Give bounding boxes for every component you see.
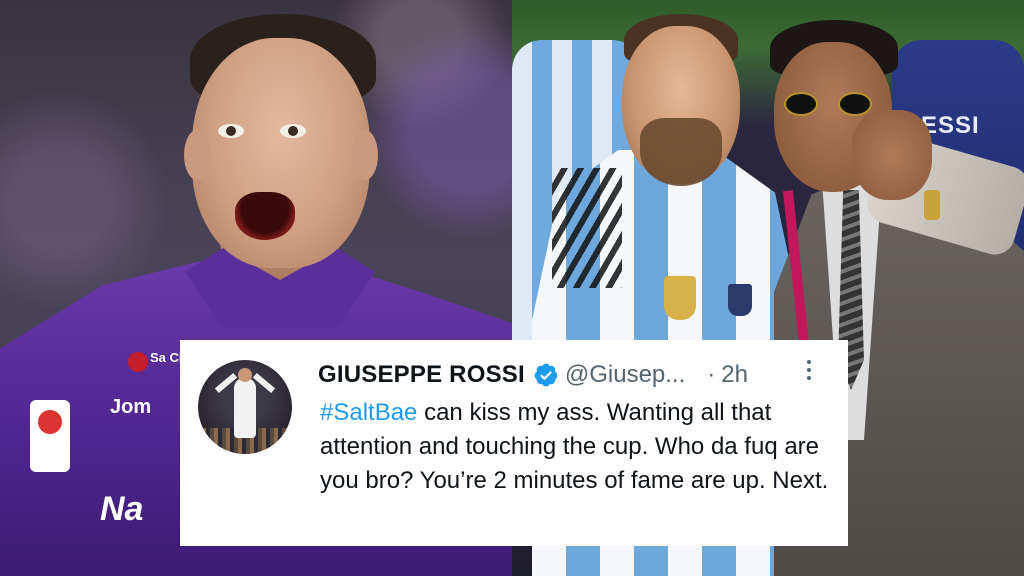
player-beard — [640, 118, 722, 186]
left-ear — [184, 130, 210, 180]
left-eye — [218, 124, 244, 138]
profile-avatar[interactable] — [198, 360, 292, 454]
hashtag-link[interactable]: #SaltBae — [320, 399, 417, 426]
user-handle[interactable]: @Giusep... — [565, 361, 685, 389]
sponsor-logo-dot — [128, 352, 148, 372]
right-ear — [352, 130, 378, 180]
gold-watch — [924, 190, 940, 220]
right-eye — [280, 124, 306, 138]
jersey-sponsor-bottom: Na — [100, 490, 144, 528]
open-mouth — [235, 192, 295, 240]
pointing-hand — [852, 110, 932, 200]
separator-dot: · — [707, 361, 716, 388]
jersey-sponsor-mid: Jom — [110, 396, 152, 418]
fifa-champions-badge — [664, 276, 696, 320]
tweet-header: GIUSEPPE ROSSI @Giusep... · 2h — [318, 358, 748, 392]
round-sunglasses — [784, 92, 882, 116]
tweet-timestamp[interactable]: 2h — [721, 361, 748, 389]
league-badge — [30, 400, 70, 472]
jersey-shoulder-stripes — [552, 168, 622, 288]
verified-badge-icon — [534, 363, 558, 387]
display-name[interactable]: GIUSEPPE ROSSI — [318, 361, 525, 389]
avatar-raised-arm — [252, 372, 276, 394]
afa-crest — [728, 284, 752, 316]
tweet-text: #SaltBae can kiss my ass. Wanting all th… — [320, 396, 830, 498]
avatar-player-figure — [234, 368, 256, 438]
more-options-icon[interactable] — [805, 360, 813, 384]
